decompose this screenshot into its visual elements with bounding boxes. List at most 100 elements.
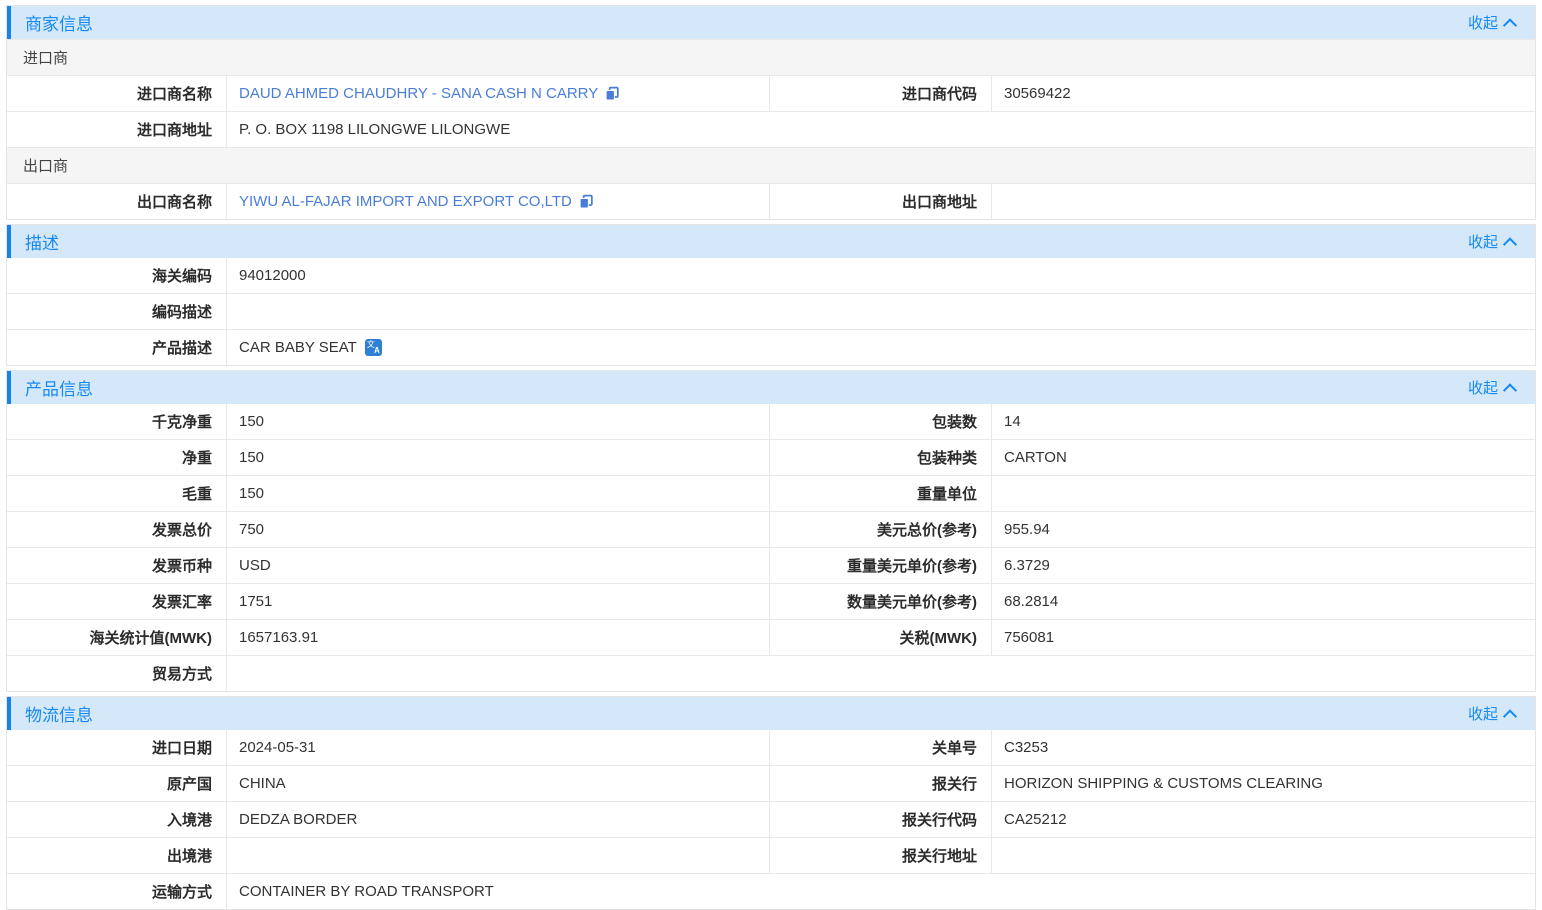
field-label: 净重 (7, 440, 226, 475)
field-label: 包装种类 (769, 440, 991, 475)
field-label: 进口商名称 (7, 76, 226, 111)
section-logistics: 物流信息 收起 进口日期 2024-05-31 关单号 C3253 原产国 CH… (6, 696, 1536, 910)
field-label: 关税(MWK) (769, 620, 991, 655)
field-label: 海关编码 (7, 258, 226, 293)
field-value: 1657163.91 (226, 620, 769, 655)
field-value-importer-name: DAUD AHMED CHAUDHRY - SANA CASH N CARRY (226, 76, 769, 111)
table-row-importer-name: 进口商名称 DAUD AHMED CHAUDHRY - SANA CASH N … (7, 75, 1535, 111)
field-value: C3253 (991, 730, 1535, 765)
chevron-up-icon (1503, 18, 1517, 32)
field-label: 关单号 (769, 730, 991, 765)
field-value: 68.2814 (991, 584, 1535, 619)
field-label: 产品描述 (7, 330, 226, 365)
field-value-trade-mode (226, 656, 1535, 691)
section-merchant: 商家信息 收起 进口商 进口商名称 DAUD AHMED CHAUDHRY - … (6, 5, 1536, 220)
field-label: 发票币种 (7, 548, 226, 583)
product-desc-text: CAR BABY SEAT (239, 339, 357, 356)
section-title: 商家信息 (25, 10, 93, 35)
table-row: 出境港 报关行地址 (7, 837, 1535, 873)
table-row-hs-code: 海关编码 94012000 (7, 258, 1535, 293)
field-value: CA25212 (991, 802, 1535, 837)
importer-name-link[interactable]: DAUD AHMED CHAUDHRY - SANA CASH N CARRY (239, 85, 598, 102)
trade-record-detail-page: 商家信息 收起 进口商 进口商名称 DAUD AHMED CHAUDHRY - … (0, 0, 1542, 910)
field-label: 美元总价(参考) (769, 512, 991, 547)
table-row: 海关统计值(MWK) 1657163.91 关税(MWK) 756081 (7, 619, 1535, 655)
field-label: 报关行 (769, 766, 991, 801)
chevron-up-icon (1503, 709, 1517, 723)
table-row-product-desc: 产品描述 CAR BABY SEAT 文 A (7, 329, 1535, 365)
field-label: 数量美元单价(参考) (769, 584, 991, 619)
field-value: 150 (226, 476, 769, 511)
subsection-importer: 进口商 (7, 39, 1535, 75)
field-label: 入境港 (7, 802, 226, 837)
field-label: 发票总价 (7, 512, 226, 547)
section-header-merchant: 商家信息 收起 (7, 6, 1535, 39)
section-product: 产品信息 收起 千克净重 150 包装数 14 净重 150 包装种类 CART… (6, 370, 1536, 692)
table-row-importer-address: 进口商地址 P. O. BOX 1198 LILONGWE LILONGWE (7, 111, 1535, 147)
field-label: 进口日期 (7, 730, 226, 765)
field-value: 2024-05-31 (226, 730, 769, 765)
table-row: 净重 150 包装种类 CARTON (7, 439, 1535, 475)
collapse-button[interactable]: 收起 (1468, 231, 1515, 252)
field-label: 运输方式 (7, 874, 226, 909)
field-value: 756081 (991, 620, 1535, 655)
field-value-transport-mode: CONTAINER BY ROAD TRANSPORT (226, 874, 1535, 909)
exporter-name-link[interactable]: YIWU AL-FAJAR IMPORT AND EXPORT CO,LTD (239, 193, 572, 210)
field-label: 发票汇率 (7, 584, 226, 619)
section-title: 描述 (25, 229, 59, 254)
field-value-hs-code: 94012000 (226, 258, 1535, 293)
field-value: 750 (226, 512, 769, 547)
field-label: 出口商名称 (7, 184, 226, 219)
field-label: 进口商代码 (769, 76, 991, 111)
collapse-button[interactable]: 收起 (1468, 703, 1515, 724)
field-value: DEDZA BORDER (226, 802, 769, 837)
table-row-exporter-name: 出口商名称 YIWU AL-FAJAR IMPORT AND EXPORT CO… (7, 183, 1535, 219)
collapse-label: 收起 (1468, 12, 1498, 33)
table-row: 发票总价 750 美元总价(参考) 955.94 (7, 511, 1535, 547)
field-value: 1751 (226, 584, 769, 619)
section-title: 物流信息 (25, 701, 93, 726)
field-value: HORIZON SHIPPING & CUSTOMS CLEARING (991, 766, 1535, 801)
subsection-exporter: 出口商 (7, 147, 1535, 183)
field-value-product-desc: CAR BABY SEAT 文 A (226, 330, 1535, 365)
collapse-label: 收起 (1468, 231, 1498, 252)
field-value-exporter-name: YIWU AL-FAJAR IMPORT AND EXPORT CO,LTD (226, 184, 769, 219)
subsection-label: 进口商 (23, 47, 68, 68)
field-label: 重量美元单价(参考) (769, 548, 991, 583)
table-row: 进口日期 2024-05-31 关单号 C3253 (7, 730, 1535, 765)
chevron-up-icon (1503, 237, 1517, 251)
collapse-label: 收起 (1468, 377, 1498, 398)
table-row: 毛重 150 重量单位 (7, 475, 1535, 511)
copy-icon[interactable] (579, 194, 593, 209)
translate-glyph-en: A (374, 347, 380, 355)
field-label: 海关统计值(MWK) (7, 620, 226, 655)
table-row: 入境港 DEDZA BORDER 报关行代码 CA25212 (7, 801, 1535, 837)
collapse-label: 收起 (1468, 703, 1498, 724)
field-value: 150 (226, 404, 769, 439)
field-value: CHINA (226, 766, 769, 801)
field-value-exporter-address (991, 184, 1535, 219)
field-value: CARTON (991, 440, 1535, 475)
copy-icon[interactable] (605, 86, 619, 101)
section-header-logistics: 物流信息 收起 (7, 697, 1535, 730)
table-row-trade-mode: 贸易方式 (7, 655, 1535, 691)
section-description: 描述 收起 海关编码 94012000 编码描述 产品描述 CAR BABY S… (6, 224, 1536, 366)
field-label: 重量单位 (769, 476, 991, 511)
field-value: 150 (226, 440, 769, 475)
table-row: 千克净重 150 包装数 14 (7, 404, 1535, 439)
field-label: 毛重 (7, 476, 226, 511)
field-label: 出境港 (7, 838, 226, 873)
field-value-importer-code: 30569422 (991, 76, 1535, 111)
collapse-button[interactable]: 收起 (1468, 377, 1515, 398)
field-label: 千克净重 (7, 404, 226, 439)
field-value: 6.3729 (991, 548, 1535, 583)
collapse-button[interactable]: 收起 (1468, 12, 1515, 33)
section-header-product: 产品信息 收起 (7, 371, 1535, 404)
field-value-code-desc (226, 294, 1535, 329)
field-label: 出口商地址 (769, 184, 991, 219)
field-label: 进口商地址 (7, 112, 226, 147)
field-label: 报关行代码 (769, 802, 991, 837)
field-label: 编码描述 (7, 294, 226, 329)
translate-icon[interactable]: 文 A (365, 339, 382, 356)
table-row: 原产国 CHINA 报关行 HORIZON SHIPPING & CUSTOMS… (7, 765, 1535, 801)
